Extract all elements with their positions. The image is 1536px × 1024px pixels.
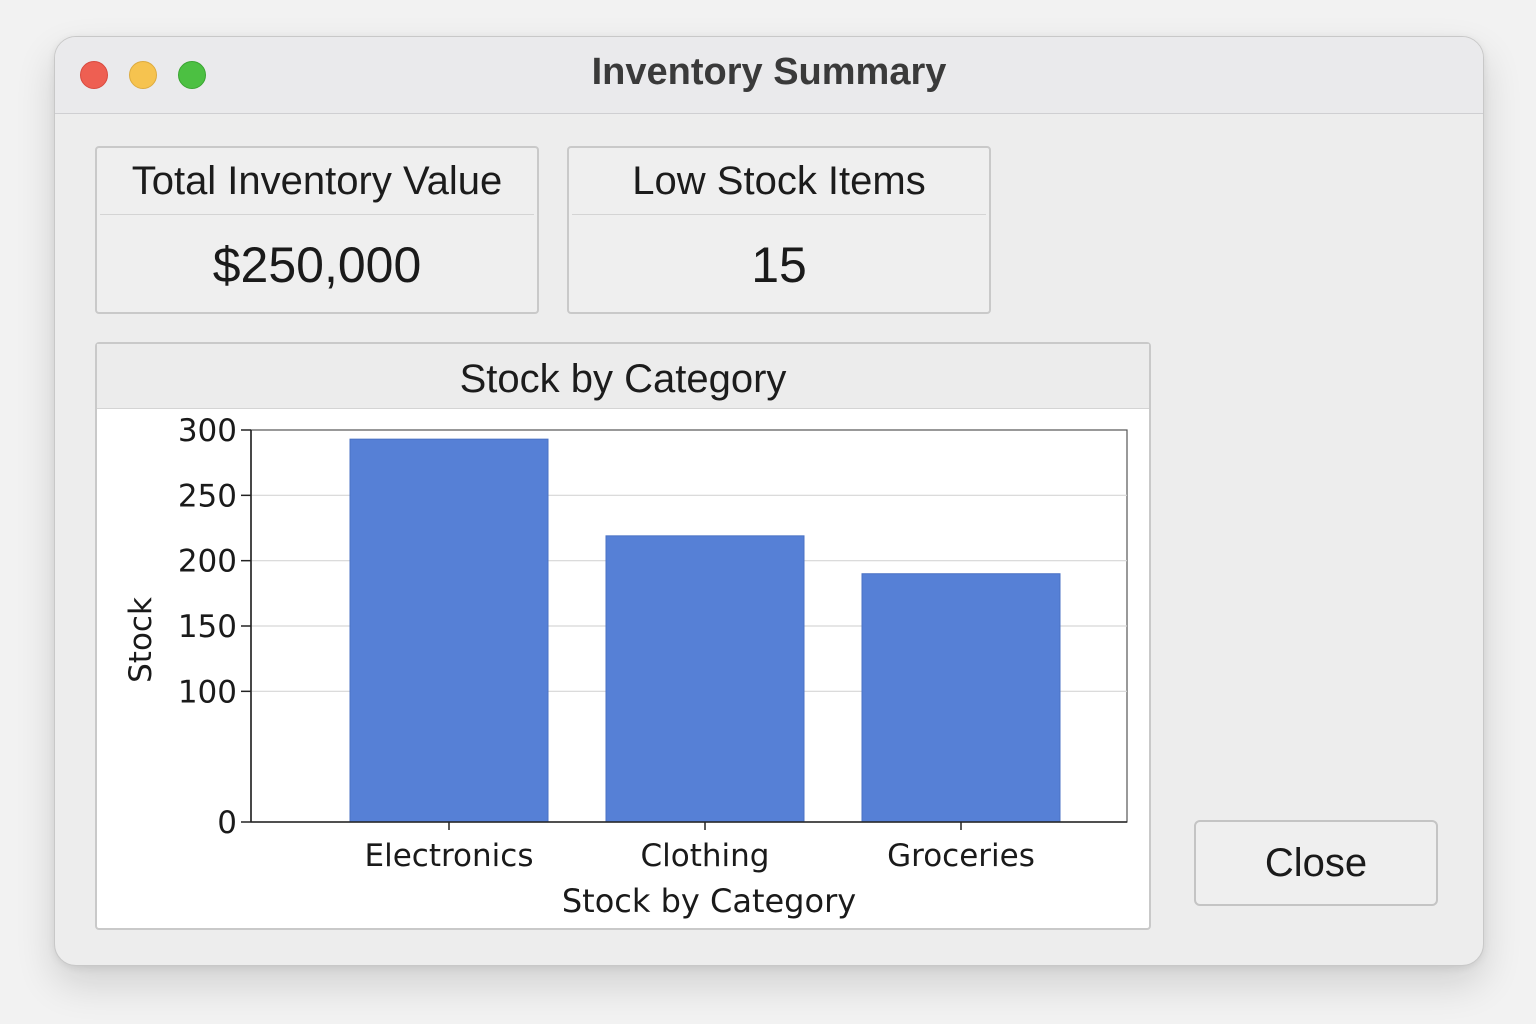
inventory-summary-window: Inventory Summary Total Inventory Value … — [54, 36, 1484, 966]
bar-groceries — [861, 573, 1061, 823]
total-inventory-value: $250,000 — [212, 237, 422, 293]
stock-by-category-panel: Stock by Category 0 100 150 200 250 300 Electr… — [95, 342, 1151, 930]
low-stock-items-value: 15 — [751, 237, 807, 293]
y-axis-label: Stock — [123, 597, 159, 683]
x-tick-label: Electronics — [365, 838, 534, 874]
bar-electronics — [349, 438, 549, 823]
window-title: Inventory Summary — [591, 51, 947, 93]
total-inventory-value-label: Total Inventory Value — [100, 148, 534, 215]
y-tick-label: 0 — [217, 805, 237, 841]
y-tick-label: 200 — [178, 544, 237, 580]
chart-panel-title: Stock by Category — [97, 344, 1149, 409]
title-bar: Inventory Summary — [55, 37, 1483, 114]
total-inventory-value-card: Total Inventory Value $250,000 — [95, 146, 539, 314]
low-stock-items-card: Low Stock Items 15 — [567, 146, 991, 314]
stock-bar-chart: 0 100 150 200 250 300 Electronics Clothing Groce… — [123, 413, 1128, 920]
x-tick-label: Groceries — [887, 838, 1035, 874]
x-tick-label: Clothing — [641, 838, 770, 874]
y-tick-label: 100 — [178, 674, 237, 710]
y-tick-label: 250 — [178, 478, 237, 514]
bar-clothing — [605, 535, 805, 823]
x-axis-label: Stock by Category — [562, 882, 856, 920]
y-tick-label: 300 — [178, 413, 237, 449]
close-button[interactable]: Close — [1194, 820, 1438, 906]
y-tick-label: 150 — [178, 609, 237, 645]
low-stock-items-label: Low Stock Items — [572, 148, 986, 215]
